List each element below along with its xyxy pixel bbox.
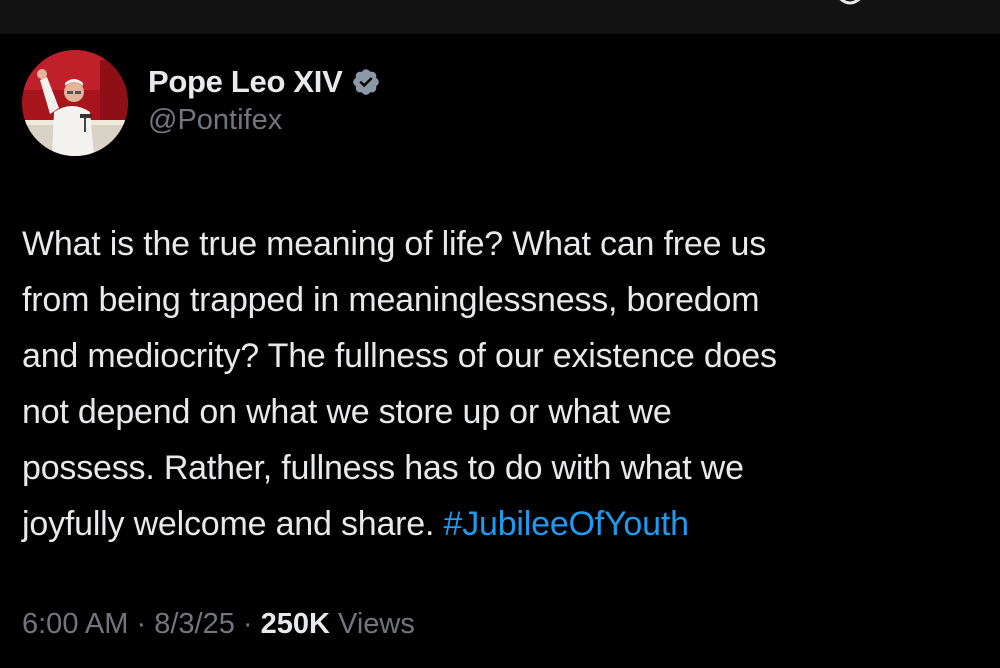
tweet-meta: 6:00 AM · 8/3/25 · 250K Views: [22, 608, 415, 641]
avatar[interactable]: [22, 50, 128, 156]
verified-badge-icon[interactable]: [351, 67, 381, 97]
meta-separator: ·: [136, 608, 147, 640]
avatar-image: [22, 50, 128, 156]
hashtag-link[interactable]: #JubileeOfYouth: [444, 505, 689, 543]
tweet-text-line: possess. Rather, fullness has to do with…: [22, 449, 744, 487]
tweet-time[interactable]: 6:00 AM: [22, 608, 128, 640]
tweet-text-line: from being trapped in meaninglessness, b…: [22, 281, 760, 319]
meta-separator: ·: [242, 608, 253, 640]
tweet-text-line: not depend on what we store up or what w…: [22, 393, 672, 431]
name-row: Pope Leo XIV: [148, 62, 381, 102]
views-label[interactable]: Views: [338, 608, 415, 640]
user-name-block: Pope Leo XIV @Pontifex: [148, 62, 381, 137]
tweet-text-line: joyfully welcome and share.: [22, 505, 444, 543]
tweet-text-line: and mediocrity? The fullness of our exis…: [22, 337, 777, 375]
tweet-date[interactable]: 8/3/25: [154, 608, 235, 640]
views-count[interactable]: 250K: [261, 608, 330, 640]
tweet-text-line: What is the true meaning of life? What c…: [22, 225, 767, 263]
top-bar: [0, 0, 1000, 34]
tweet-text-last-line: joyfully welcome and share. #JubileeOfYo…: [22, 496, 982, 552]
display-name[interactable]: Pope Leo XIV: [148, 64, 343, 100]
user-handle[interactable]: @Pontifex: [148, 104, 381, 137]
grok-icon[interactable]: [832, 0, 868, 8]
tweet-text: What is the true meaning of life? What c…: [22, 216, 982, 552]
tweet-header: Pope Leo XIV @Pontifex: [22, 50, 922, 158]
